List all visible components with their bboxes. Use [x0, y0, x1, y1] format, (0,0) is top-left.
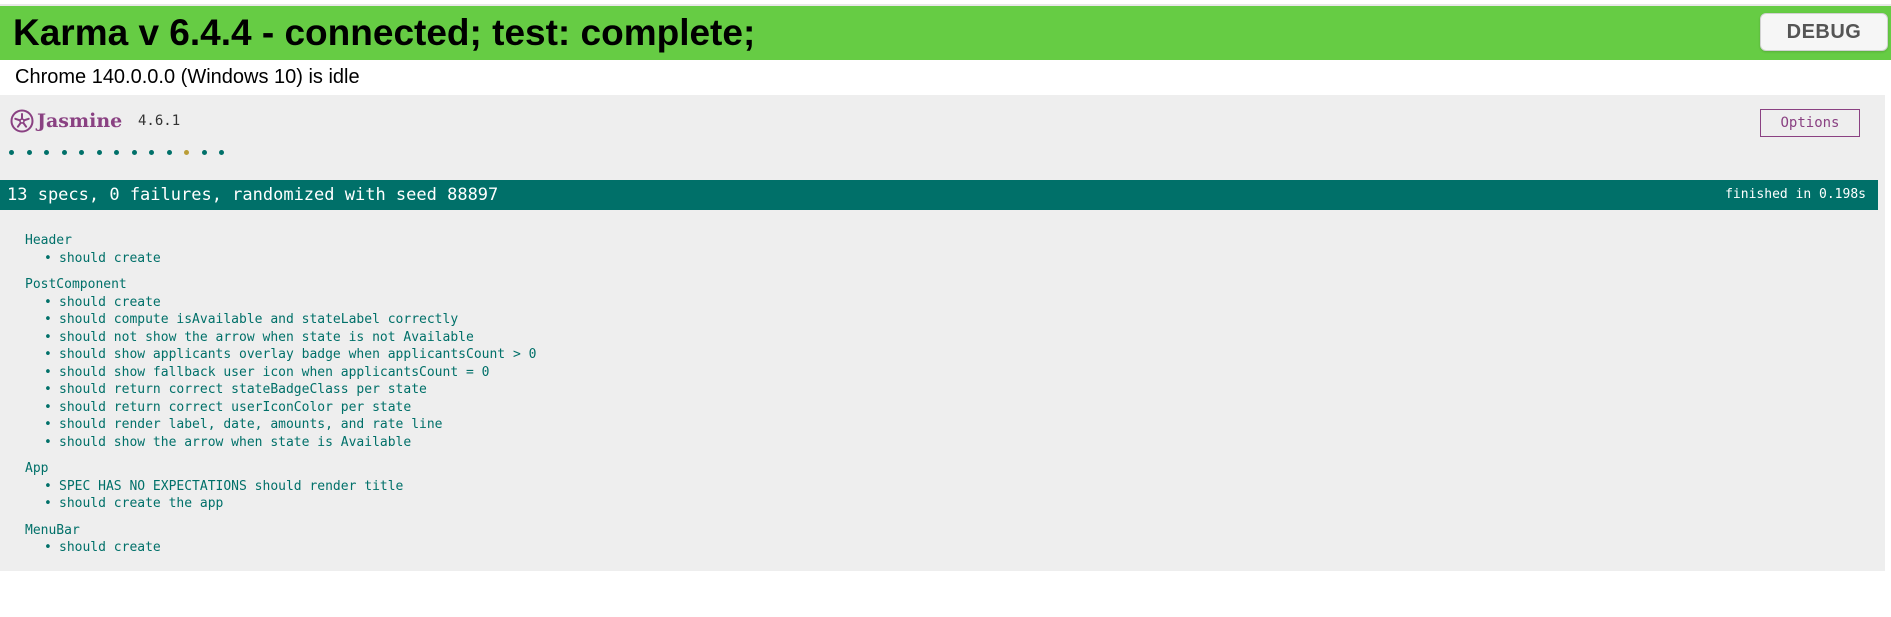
karma-page: Karma v 6.4.4 - connected; test: complet…	[0, 0, 1891, 617]
bullet-icon: •	[44, 294, 52, 310]
spec-dot[interactable]	[79, 149, 84, 155]
spec-link[interactable]: should show fallback user icon when appl…	[59, 365, 489, 380]
jasmine-logo[interactable]: Jasmine	[10, 108, 122, 134]
jasmine-flower-icon	[10, 109, 34, 133]
suite: PostComponent • should create • should compu…	[25, 276, 1825, 451]
suite: Header • should create	[25, 232, 1825, 267]
jasmine-logo-text: Jasmine	[37, 110, 123, 132]
spec-dot[interactable]	[166, 149, 172, 155]
spec-dot[interactable]	[26, 149, 32, 155]
spec-item: • should create	[25, 250, 1825, 268]
spec-list: • SPEC HAS NO EXPECTATIONS should render …	[25, 478, 1825, 513]
spec-link[interactable]: should show applicants overlay badge whe…	[59, 347, 536, 362]
bullet-icon: •	[44, 382, 52, 397]
spec-dot[interactable]	[9, 149, 14, 155]
bullet-icon: •	[44, 364, 52, 380]
karma-title: Karma v 6.4.4 - connected; test: complet…	[13, 12, 756, 53]
spec-link[interactable]: should render label, date, amounts, and …	[59, 417, 443, 432]
summary-bar: 13 specs, 0 failures, randomized with se…	[0, 180, 1878, 210]
bullet-icon: •	[44, 312, 52, 327]
spec-item: • should create	[25, 294, 1825, 312]
bullet-icon: •	[44, 496, 52, 511]
spec-dot[interactable]	[219, 149, 224, 155]
spec-dot[interactable]	[44, 149, 49, 155]
jasmine-version: 4.6.1	[138, 113, 181, 129]
spec-item: • should create	[25, 539, 1825, 557]
bullet-icon: •	[44, 478, 52, 494]
suite-name[interactable]: Header	[25, 232, 1825, 250]
spec-item: • should show the arrow when state is Ava…	[25, 434, 1825, 452]
spec-link[interactable]: should show the arrow when state is Avai…	[59, 435, 411, 450]
karma-banner: Karma v 6.4.4 - connected; test: complet…	[0, 4, 1891, 60]
suite-name[interactable]: MenuBar	[25, 522, 1825, 540]
spec-link[interactable]: should create	[59, 295, 161, 310]
bullet-icon: •	[44, 329, 52, 345]
spec-dot[interactable]	[149, 149, 154, 155]
bullet-icon: •	[44, 417, 52, 432]
spec-item: • should return correct stateBadgeClass p…	[25, 381, 1825, 399]
suite-name[interactable]: PostComponent	[25, 276, 1825, 294]
duration-text: finished in 0.198s	[1725, 187, 1866, 202]
spec-dot[interactable]	[96, 149, 102, 155]
spec-link[interactable]: should compute isAvailable and stateLabe…	[59, 312, 458, 327]
spec-dot[interactable]	[184, 149, 189, 155]
jasmine-reporter: Jasmine 4.6.1 Options 13 specs, 0 failur…	[0, 95, 1885, 571]
spec-link[interactable]: SPEC HAS NO EXPECTATIONS should render t…	[59, 479, 403, 494]
spec-item: • should not show the arrow when state is…	[25, 329, 1825, 347]
spec-link[interactable]: should create	[59, 251, 161, 266]
suite-name[interactable]: App	[25, 460, 1825, 478]
spec-item: • should show fallback user icon when app…	[25, 364, 1825, 382]
spec-list: • should create	[25, 539, 1825, 557]
spec-dot[interactable]	[201, 149, 207, 155]
browser-status: Chrome 140.0.0.0 (Windows 10) is idle	[15, 66, 360, 88]
spec-list: • should create	[25, 250, 1825, 268]
spec-dot[interactable]	[114, 149, 119, 155]
suite: App • SPEC HAS NO EXPECTATIONS should rend…	[25, 460, 1825, 513]
spec-item: • should render label, date, amounts, and…	[25, 416, 1825, 434]
spec-dot[interactable]	[131, 149, 137, 155]
spec-item: • should show applicants overlay badge wh…	[25, 346, 1825, 364]
debug-button[interactable]: DEBUG	[1760, 13, 1888, 51]
spec-item: • should create the app	[25, 495, 1825, 513]
spec-dots	[9, 146, 237, 158]
suite: MenuBar • should create	[25, 522, 1825, 557]
spec-item: • should return correct userIconColor per…	[25, 399, 1825, 417]
spec-list: • should create • should compute isAvailabl…	[25, 294, 1825, 452]
bullet-icon: •	[44, 399, 52, 415]
spec-item: • should compute isAvailable and stateLab…	[25, 311, 1825, 329]
bullet-icon: •	[44, 250, 52, 266]
bullet-icon: •	[44, 434, 52, 450]
spec-link[interactable]: should return correct stateBadgeClass pe…	[59, 382, 427, 397]
bullet-icon: •	[44, 540, 52, 555]
results-list: Header • should create PostComponent • should…	[25, 232, 1825, 566]
spec-link[interactable]: should create	[59, 540, 161, 555]
spec-dot[interactable]	[61, 149, 67, 155]
spec-link[interactable]: should not show the arrow when state is …	[59, 330, 474, 345]
spec-link[interactable]: should create the app	[59, 496, 223, 511]
summary-text: 13 specs, 0 failures, randomized with se…	[7, 185, 499, 205]
spec-link[interactable]: should return correct userIconColor per …	[59, 400, 411, 415]
bullet-icon: •	[44, 347, 52, 362]
spec-item: • SPEC HAS NO EXPECTATIONS should render …	[25, 478, 1825, 496]
options-button[interactable]: Options	[1760, 109, 1860, 137]
